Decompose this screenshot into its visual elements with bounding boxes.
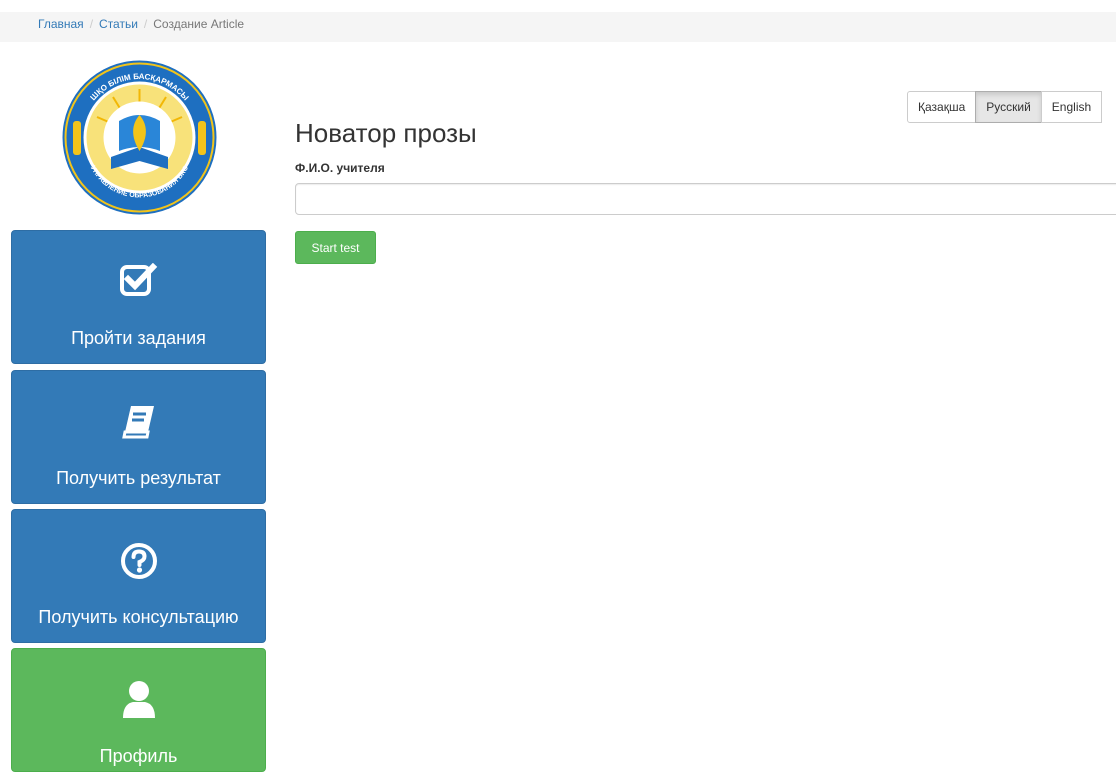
language-button-russian[interactable]: Русский	[975, 91, 1042, 123]
language-button-english[interactable]: English	[1040, 91, 1103, 123]
sidebar-item-label: Получить консультацию	[38, 607, 239, 627]
breadcrumb-current: Создание Article	[153, 17, 245, 31]
breadcrumb-articles-link[interactable]: Статьи	[99, 17, 138, 31]
logo-emblem: ШҚО БІЛІМ БАСҚАРМАСЫ УПРАВЛЕНИЕ ОБРАЗОВА…	[61, 59, 218, 216]
breadcrumb-separator: /	[143, 17, 148, 31]
breadcrumb: Главная / Статьи / Создание Article	[0, 12, 1116, 42]
sidebar-item-consultation[interactable]: Получить консультацию	[11, 509, 266, 643]
sidebar-item-label: Пройти задания	[71, 328, 206, 348]
user-icon	[119, 680, 159, 725]
sidebar-item-tasks[interactable]: Пройти задания	[11, 230, 266, 364]
checkbox-icon	[119, 262, 158, 302]
teacher-name-label: Ф.И.О. учителя	[295, 161, 385, 175]
start-test-button[interactable]: Start test	[295, 231, 376, 264]
question-circle-icon	[120, 543, 157, 584]
book-icon	[121, 404, 156, 445]
teacher-name-input[interactable]	[295, 183, 1116, 215]
language-switcher: Қазақша Русский English	[907, 91, 1103, 123]
breadcrumb-home-link[interactable]: Главная	[38, 17, 84, 31]
language-button-kazakh[interactable]: Қазақша	[907, 91, 977, 123]
breadcrumb-separator: /	[89, 17, 94, 31]
sidebar-item-profile[interactable]: Профиль	[11, 648, 266, 772]
page-title: Новатор прозы	[295, 118, 477, 148]
sidebar-item-results[interactable]: Получить результат	[11, 370, 266, 504]
sidebar-item-label: Получить результат	[56, 468, 221, 488]
